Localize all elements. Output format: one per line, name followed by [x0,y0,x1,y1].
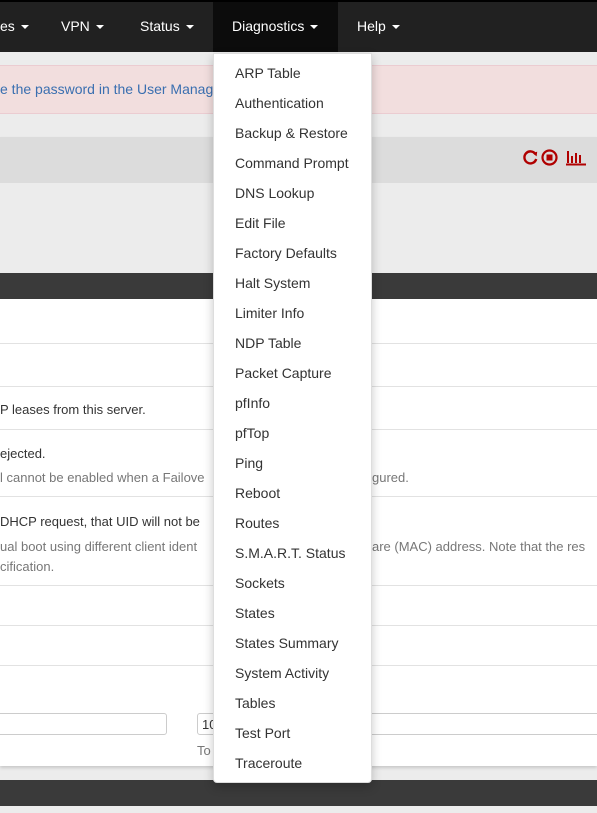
menu-item-ping[interactable]: Ping [214,448,371,478]
nav-services-menu[interactable]: es [0,2,29,52]
caret-down-icon [20,25,29,30]
caret-down-icon [310,25,319,30]
diagnostics-dropdown-menu: ARP Table Authentication Backup & Restor… [213,53,372,783]
menu-item-edit-file[interactable]: Edit File [214,208,371,238]
menu-item-limiter-info[interactable]: Limiter Info [214,298,371,328]
ignore-client-uid-text: DHCP request, that UID will not be [0,514,200,529]
nav-vpn-label: VPN [61,18,90,34]
restart-icon[interactable] [522,149,539,169]
client-uid-help-text: ual boot using different client ident [0,539,198,554]
menu-item-system-activity[interactable]: System Activity [214,658,371,688]
top-navbar: es VPN Status Diagnostics Help [0,0,597,52]
nav-status-label: Status [140,18,180,34]
alert-user-manager-link[interactable]: e the password in the User Manage [0,81,221,97]
menu-item-states-summary[interactable]: States Summary [214,628,371,658]
menu-item-halt-system[interactable]: Halt System [214,268,371,298]
menu-item-authentication[interactable]: Authentication [214,88,371,118]
menu-item-ndp-table[interactable]: NDP Table [214,328,371,358]
nav-help-label: Help [357,18,386,34]
failover-help-text-end: gured. [372,470,409,485]
range-from-input[interactable] [0,713,167,735]
ignore-denied-text: ejected. [0,446,46,461]
menu-item-pfinfo[interactable]: pfInfo [214,388,371,418]
menu-item-factory-defaults[interactable]: Factory Defaults [214,238,371,268]
failover-help-text: l cannot be enabled when a Failove [0,470,205,485]
menu-item-smart-status[interactable]: S.M.A.R.T. Status [214,538,371,568]
menu-item-tables[interactable]: Tables [214,688,371,718]
client-uid-help-text-2: cification. [0,559,55,574]
menu-item-reboot[interactable]: Reboot [214,478,371,508]
menu-item-test-port[interactable]: Test Port [214,718,371,748]
section-header-bar [0,780,597,806]
client-uid-help-text-end: are (MAC) address. Note that the res [372,539,586,554]
menu-item-routes[interactable]: Routes [214,508,371,538]
caret-down-icon [95,25,104,30]
menu-item-arp-table[interactable]: ARP Table [214,58,371,88]
nav-help-menu[interactable]: Help [357,2,400,52]
menu-item-traceroute[interactable]: Traceroute [214,748,371,778]
menu-item-states[interactable]: States [214,598,371,628]
menu-item-pftop[interactable]: pfTop [214,418,371,448]
menu-item-dns-lookup[interactable]: DNS Lookup [214,178,371,208]
menu-item-backup-restore[interactable]: Backup & Restore [214,118,371,148]
nav-vpn-menu[interactable]: VPN [61,2,104,52]
nav-services-label: es [0,18,15,34]
menu-item-sockets[interactable]: Sockets [214,568,371,598]
menu-item-command-prompt[interactable]: Command Prompt [214,148,371,178]
deny-unknown-help-text: P leases from this server. [0,402,146,417]
stop-icon[interactable] [541,149,558,169]
caret-down-icon [391,25,400,30]
menu-item-packet-capture[interactable]: Packet Capture [214,358,371,388]
caret-down-icon [185,25,194,30]
graph-icon[interactable] [566,149,586,169]
nav-status-menu[interactable]: Status [140,2,194,52]
nav-diagnostics-label: Diagnostics [232,18,305,34]
range-to-label: To [197,743,211,758]
nav-diagnostics-menu[interactable]: Diagnostics [213,2,338,52]
